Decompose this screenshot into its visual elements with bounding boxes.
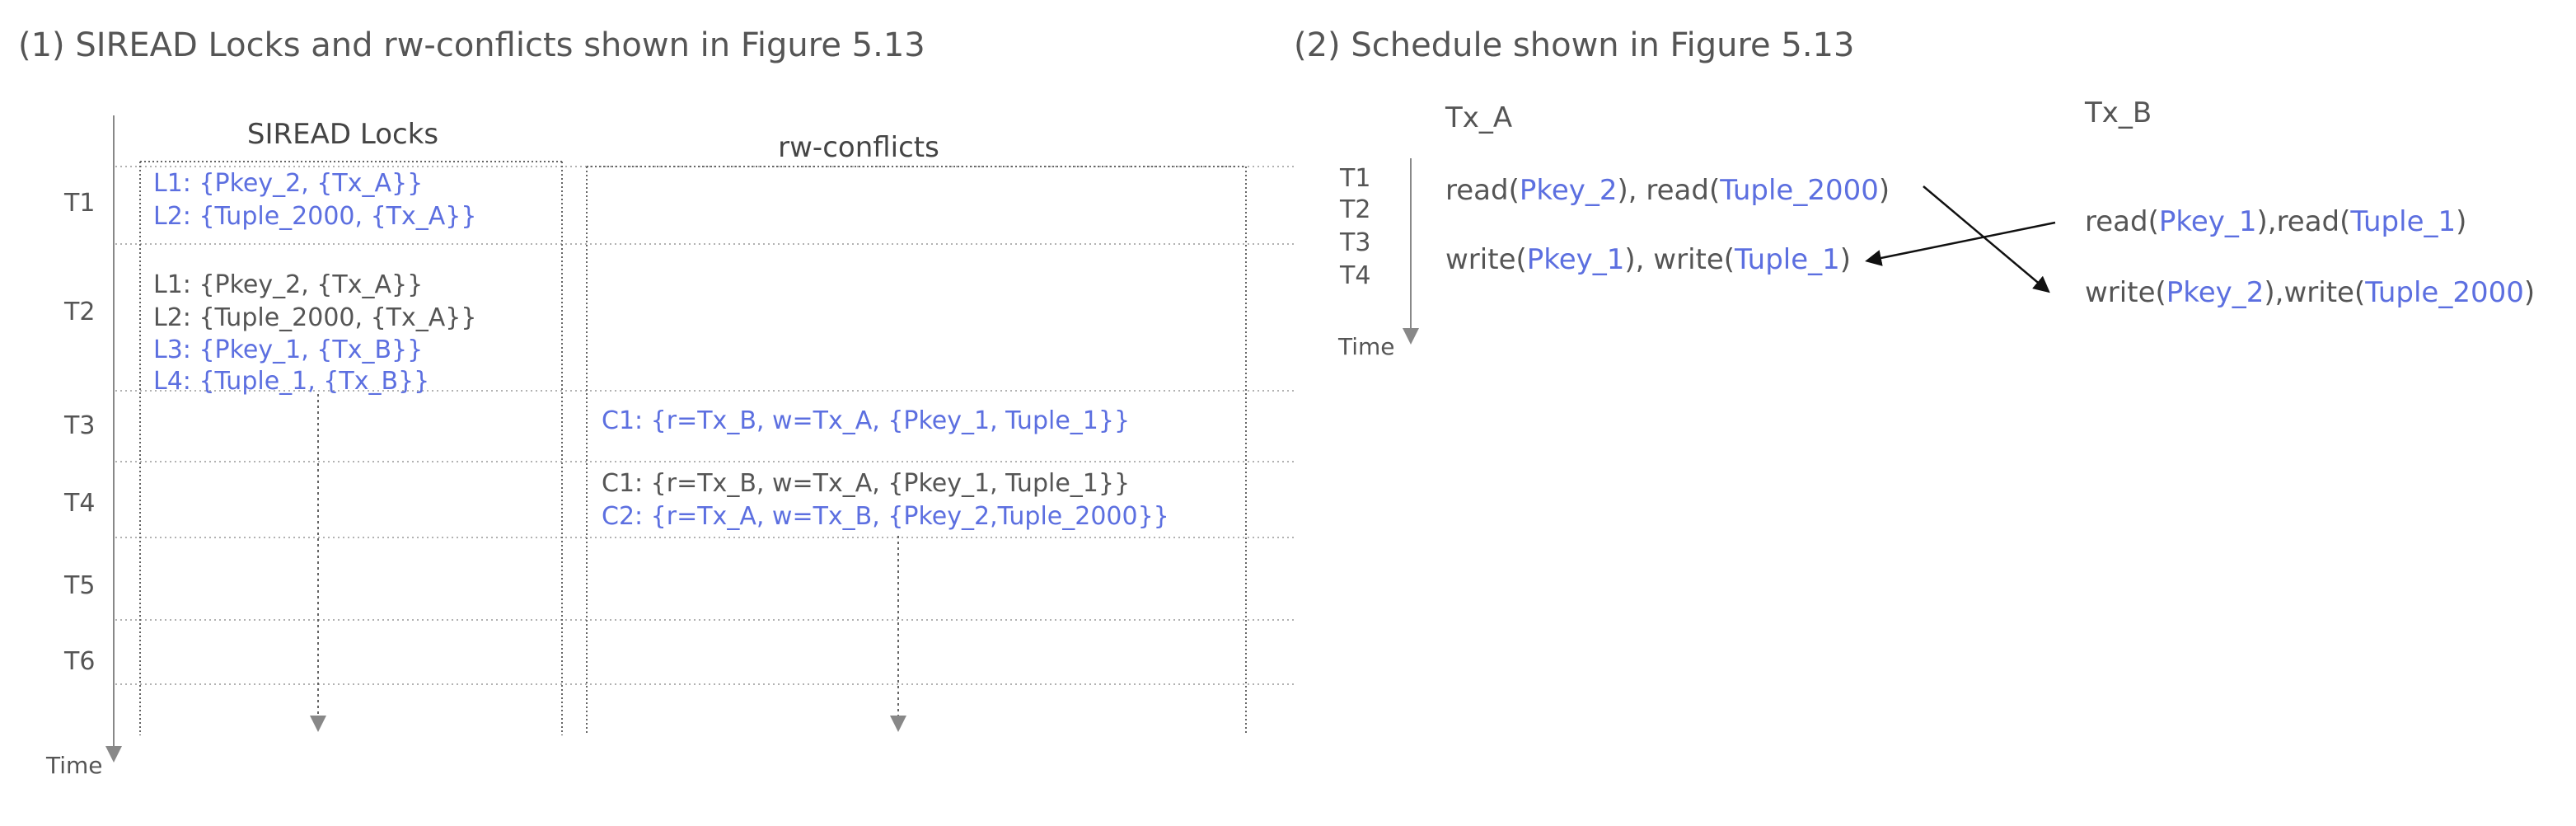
- tx-a-write-op: write(Pkey_1), write(Tuple_1): [1445, 243, 1851, 276]
- schedule-row-t3: T3: [1339, 228, 1370, 257]
- tx-a-read-op: read(Pkey_2), read(Tuple_2000): [1445, 174, 1890, 207]
- tx-a-header: Tx_A: [1445, 101, 1512, 134]
- schedule-row-t4: T4: [1339, 261, 1370, 290]
- tx-b-header: Tx_B: [2084, 96, 2152, 129]
- left-title: (1) SIREAD Locks and rw-conflicts shown …: [18, 26, 925, 64]
- row-label-t5: T5: [63, 571, 95, 600]
- schedule-time-label: Time: [1337, 333, 1395, 360]
- lock-t2-l1: L1: {Pkey_2, {Tx_A}}: [153, 270, 423, 299]
- figure-canvas: (1) SIREAD Locks and rw-conflicts shown …: [18, 26, 2535, 779]
- lock-t2-l3: L3: {Pkey_1, {Tx_B}}: [153, 336, 423, 364]
- right-title: (2) Schedule shown in Figure 5.13: [1294, 26, 1854, 64]
- lock-t2-l4: L4: {Tuple_1, {Tx_B}}: [153, 367, 429, 396]
- schedule-row-t2: T2: [1339, 195, 1370, 224]
- siread-header: SIREAD Locks: [247, 118, 438, 151]
- time-axis-label: Time: [45, 752, 103, 779]
- tx-b-write-op: write(Pkey_2),write(Tuple_2000): [2085, 276, 2535, 309]
- conflict-t4-c1: C1: {r=Tx_B, w=Tx_A, {Pkey_1, Tuple_1}}: [602, 469, 1130, 498]
- rw-header: rw-conflicts: [778, 131, 939, 164]
- row-label-t3: T3: [63, 411, 95, 440]
- arrow-b-read-to-a-write: [1865, 221, 2056, 266]
- lock-t1-l2: L2: {Tuple_2000, {Tx_A}}: [153, 202, 476, 231]
- tx-b-read-op: read(Pkey_1),read(Tuple_1): [2085, 205, 2466, 238]
- lock-t2-l2: L2: {Tuple_2000, {Tx_A}}: [153, 303, 476, 332]
- schedule-row-t1: T1: [1339, 164, 1370, 193]
- siread-column: [139, 161, 563, 735]
- row-label-t2: T2: [63, 298, 95, 326]
- lock-t1-l1: L1: {Pkey_2, {Tx_A}}: [153, 169, 423, 198]
- row-label-t6: T6: [63, 647, 95, 676]
- conflict-t4-c2: C2: {r=Tx_A, w=Tx_B, {Pkey_2,Tuple_2000}…: [602, 502, 1169, 531]
- row-label-t4: T4: [63, 489, 95, 518]
- arrow-a-read-to-b-write: [1923, 185, 2050, 293]
- row-label-t1: T1: [63, 189, 95, 218]
- rw-column: [586, 166, 1247, 735]
- conflict-t3-c1: C1: {r=Tx_B, w=Tx_A, {Pkey_1, Tuple_1}}: [602, 406, 1130, 435]
